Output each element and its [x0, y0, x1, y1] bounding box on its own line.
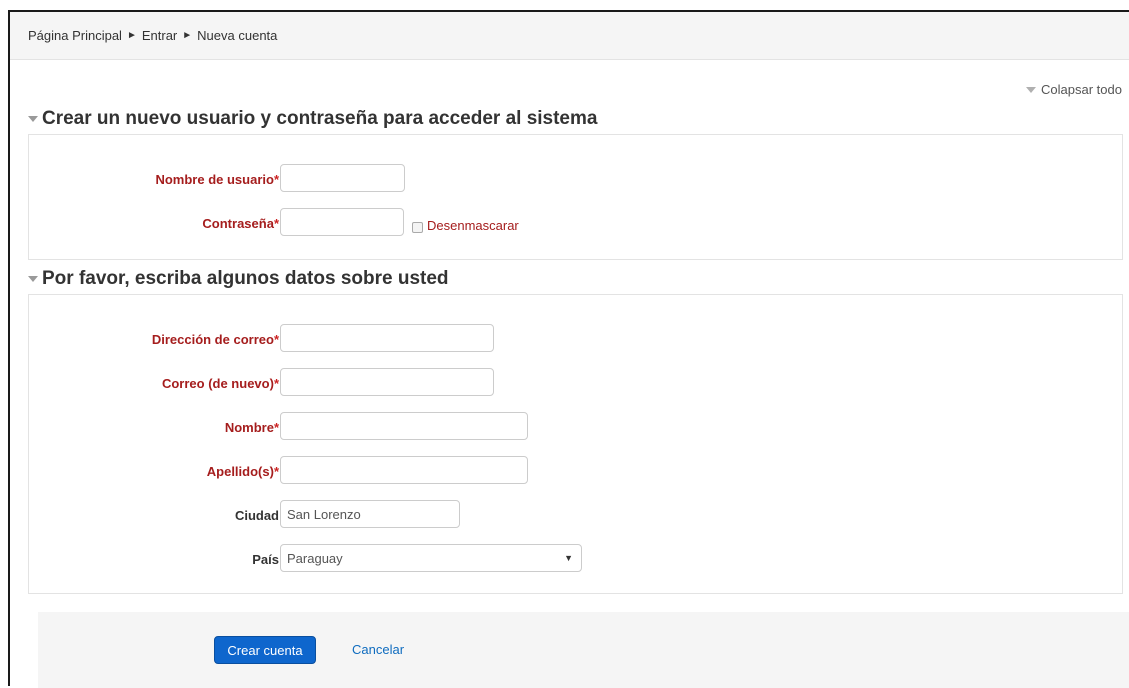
email-again-label: Correo (de nuevo)*: [161, 376, 279, 391]
city-label: Ciudad: [234, 508, 279, 523]
collapse-triangle-icon: [1026, 86, 1037, 93]
breadcrumb-login-link[interactable]: Entrar: [142, 28, 177, 43]
section-account-header[interactable]: Crear un nuevo usuario y contraseña para…: [28, 108, 597, 130]
section-account-fieldset: [28, 134, 1123, 260]
country-label: País: [252, 552, 279, 567]
city-input[interactable]: [280, 500, 460, 528]
breadcrumb-separator-icon: ►: [126, 30, 137, 41]
email-label: Dirección de correo*: [151, 332, 279, 347]
breadcrumb-separator-icon: ►: [182, 30, 193, 41]
lastname-input[interactable]: [280, 456, 528, 484]
breadcrumb-current: Nueva cuenta: [197, 28, 278, 43]
email-again-input[interactable]: [280, 368, 494, 396]
country-select-value: Paraguay: [287, 550, 343, 566]
section-toggle-icon: [28, 116, 38, 122]
country-select[interactable]: Paraguay ▼: [280, 544, 582, 572]
username-label: Nombre de usuario*: [155, 172, 279, 187]
create-account-button[interactable]: Crear cuenta: [214, 636, 316, 664]
section-profile-header[interactable]: Por favor, escriba algunos datos sobre u…: [28, 268, 449, 290]
unmask-label[interactable]: Desenmascarar: [427, 218, 519, 233]
lastname-label: Apellido(s)*: [206, 464, 279, 479]
required-icon: *: [273, 376, 279, 391]
required-icon: *: [273, 332, 279, 347]
firstname-label: Nombre*: [224, 420, 279, 435]
chevron-down-icon: ▼: [564, 553, 573, 563]
required-icon: *: [273, 464, 279, 479]
email-input[interactable]: [280, 324, 494, 352]
password-label: Contraseña*: [202, 216, 279, 231]
firstname-input[interactable]: [280, 412, 528, 440]
cancel-button[interactable]: Cancelar: [352, 642, 404, 657]
section-toggle-icon: [28, 276, 38, 282]
section-profile-title: Por favor, escriba algunos datos sobre u…: [42, 268, 449, 289]
breadcrumb: Página Principal ► Entrar ► Nueva cuenta: [10, 12, 1129, 60]
required-icon: *: [273, 216, 279, 231]
section-account-title: Crear un nuevo usuario y contraseña para…: [42, 108, 598, 129]
breadcrumb-home-link[interactable]: Página Principal: [28, 28, 122, 43]
page-frame: Página Principal ► Entrar ► Nueva cuenta…: [8, 10, 1129, 688]
required-icon: *: [273, 420, 279, 435]
unmask-checkbox[interactable]: [412, 222, 423, 233]
required-icon: *: [273, 172, 279, 187]
password-input[interactable]: [280, 208, 404, 236]
collapse-all-link[interactable]: Colapsar todo: [1026, 82, 1122, 97]
collapse-all-label: Colapsar todo: [1041, 82, 1122, 97]
username-input[interactable]: [280, 164, 405, 192]
form-actions: Crear cuenta Cancelar: [38, 612, 1129, 688]
